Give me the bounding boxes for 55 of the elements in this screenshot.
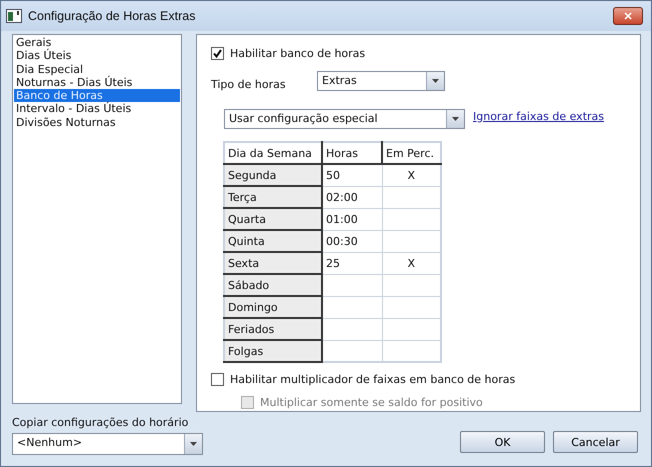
list-item[interactable]: Dia Especial xyxy=(14,62,180,76)
column-header: Em Perc. xyxy=(382,142,441,164)
row-header: Terça xyxy=(224,186,322,208)
dropdown-arrow-icon xyxy=(190,442,197,446)
table-cell[interactable]: 00:30 xyxy=(322,230,382,252)
dropdown-arrow-icon xyxy=(452,117,459,121)
list-item[interactable]: Dias Úteis xyxy=(14,49,180,63)
table-cell[interactable] xyxy=(382,208,441,230)
table-cell[interactable] xyxy=(382,274,441,296)
table-cell[interactable]: X xyxy=(382,164,441,186)
hour-type-label: Tipo de horas xyxy=(211,76,287,90)
table-cell[interactable] xyxy=(322,296,382,318)
dialog-button[interactable]: OK xyxy=(460,431,545,453)
list-item[interactable]: Noturnas - Dias Úteis xyxy=(14,76,180,90)
column-header: Dia da Semana xyxy=(224,142,322,164)
table-cell[interactable] xyxy=(382,318,441,340)
table-cell[interactable] xyxy=(322,340,382,362)
list-item[interactable]: Intervalo - Dias Úteis xyxy=(14,102,180,116)
row-header: Sábado xyxy=(224,274,322,296)
checkbox[interactable] xyxy=(211,47,224,60)
row-header: Domingo xyxy=(224,296,322,318)
dropdown-arrow-icon xyxy=(432,79,439,83)
table-cell[interactable] xyxy=(322,274,382,296)
app-icon xyxy=(6,9,22,23)
copy-label: Copiar configurações do horário xyxy=(12,416,188,429)
row-header: Quarta xyxy=(224,208,322,230)
table-cell[interactable]: 02:00 xyxy=(322,186,382,208)
table-cell[interactable]: 25 xyxy=(322,252,382,274)
table-cell[interactable]: 01:00 xyxy=(322,208,382,230)
table-cell[interactable]: X xyxy=(382,252,441,274)
checkbox-label: Habilitar banco de horas xyxy=(230,47,366,60)
hour-type-dropdown[interactable]: Extras xyxy=(317,71,445,91)
list-item[interactable]: Banco de Horas xyxy=(14,89,180,102)
schedule-dropdown[interactable]: <Nenhum> xyxy=(12,433,203,455)
window-title: Configuração de Horas Extras xyxy=(28,9,196,23)
ignore-ranges-link[interactable]: Ignorar faixas de extras xyxy=(473,110,604,122)
table-cell[interactable] xyxy=(322,318,382,340)
list-item[interactable]: Divisões Noturnas xyxy=(14,116,180,130)
table-cell[interactable] xyxy=(382,296,441,318)
column-header: Horas xyxy=(322,142,382,164)
table-cell[interactable] xyxy=(382,230,441,252)
row-header: Quinta xyxy=(224,230,322,252)
row-header: Folgas xyxy=(224,340,322,362)
dialog-button[interactable]: Cancelar xyxy=(553,431,638,453)
configuration-dropdown[interactable]: Usar configuração especial xyxy=(224,109,465,129)
row-header: Feriados xyxy=(224,318,322,340)
checkbox[interactable] xyxy=(211,373,224,386)
checkbox-label: Habilitar multiplicador de faixas em banco de horas xyxy=(230,373,516,386)
table-cell[interactable] xyxy=(382,340,441,362)
list-item[interactable]: Gerais xyxy=(14,36,180,50)
checkbox-label: Multiplicar somente se saldo for positivo xyxy=(260,396,483,409)
row-header: Sexta xyxy=(224,252,322,274)
row-header: Segunda xyxy=(224,164,322,186)
table-cell[interactable] xyxy=(382,186,441,208)
table-cell[interactable]: 50 xyxy=(322,164,382,186)
